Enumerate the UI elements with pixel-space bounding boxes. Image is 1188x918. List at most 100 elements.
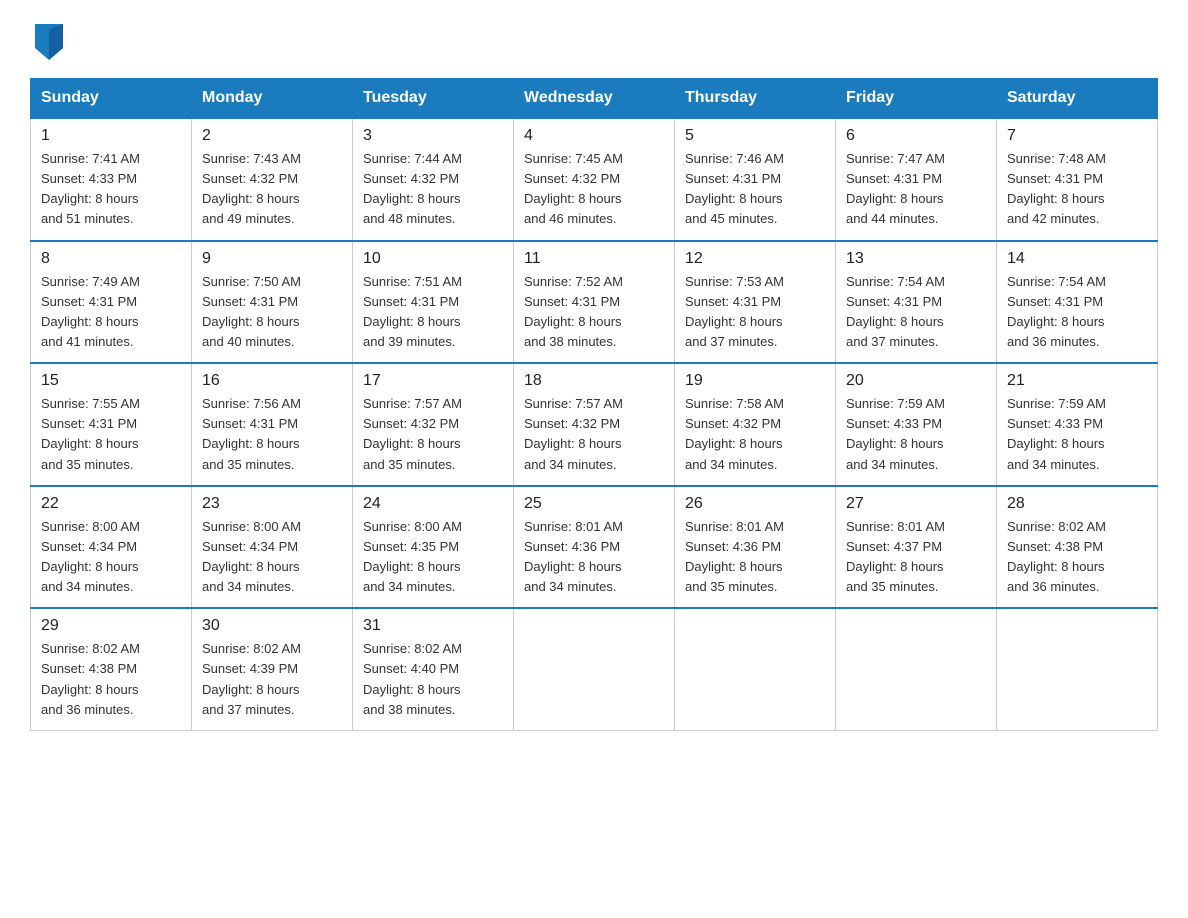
day-info: Sunrise: 7:43 AMSunset: 4:32 PMDaylight:… (202, 149, 342, 230)
calendar-week-row-5: 29 Sunrise: 8:02 AMSunset: 4:38 PMDaylig… (31, 608, 1158, 730)
calendar-cell: 7 Sunrise: 7:48 AMSunset: 4:31 PMDayligh… (997, 118, 1158, 241)
day-number: 8 (41, 250, 181, 268)
page-header (30, 24, 1158, 60)
day-info: Sunrise: 7:54 AMSunset: 4:31 PMDaylight:… (1007, 272, 1147, 353)
day-info: Sunrise: 8:01 AMSunset: 4:36 PMDaylight:… (524, 517, 664, 598)
day-number: 27 (846, 495, 986, 513)
day-info: Sunrise: 7:45 AMSunset: 4:32 PMDaylight:… (524, 149, 664, 230)
day-info: Sunrise: 7:53 AMSunset: 4:31 PMDaylight:… (685, 272, 825, 353)
weekday-header-saturday: Saturday (997, 79, 1158, 119)
calendar-cell: 6 Sunrise: 7:47 AMSunset: 4:31 PMDayligh… (836, 118, 997, 241)
calendar-cell: 30 Sunrise: 8:02 AMSunset: 4:39 PMDaylig… (192, 608, 353, 730)
day-info: Sunrise: 7:50 AMSunset: 4:31 PMDaylight:… (202, 272, 342, 353)
day-number: 30 (202, 617, 342, 635)
day-number: 23 (202, 495, 342, 513)
calendar-table: SundayMondayTuesdayWednesdayThursdayFrid… (30, 78, 1158, 731)
calendar-cell: 4 Sunrise: 7:45 AMSunset: 4:32 PMDayligh… (514, 118, 675, 241)
calendar-cell: 10 Sunrise: 7:51 AMSunset: 4:31 PMDaylig… (353, 241, 514, 364)
day-number: 18 (524, 372, 664, 390)
day-info: Sunrise: 8:01 AMSunset: 4:36 PMDaylight:… (685, 517, 825, 598)
day-number: 31 (363, 617, 503, 635)
day-number: 13 (846, 250, 986, 268)
calendar-cell: 12 Sunrise: 7:53 AMSunset: 4:31 PMDaylig… (675, 241, 836, 364)
calendar-cell: 28 Sunrise: 8:02 AMSunset: 4:38 PMDaylig… (997, 486, 1158, 609)
weekday-header-row: SundayMondayTuesdayWednesdayThursdayFrid… (31, 79, 1158, 119)
day-info: Sunrise: 8:00 AMSunset: 4:34 PMDaylight:… (41, 517, 181, 598)
calendar-cell: 26 Sunrise: 8:01 AMSunset: 4:36 PMDaylig… (675, 486, 836, 609)
calendar-cell (514, 608, 675, 730)
day-info: Sunrise: 8:02 AMSunset: 4:39 PMDaylight:… (202, 639, 342, 720)
weekday-header-friday: Friday (836, 79, 997, 119)
day-number: 2 (202, 127, 342, 145)
day-number: 4 (524, 127, 664, 145)
day-number: 17 (363, 372, 503, 390)
day-info: Sunrise: 7:47 AMSunset: 4:31 PMDaylight:… (846, 149, 986, 230)
day-number: 19 (685, 372, 825, 390)
day-info: Sunrise: 7:46 AMSunset: 4:31 PMDaylight:… (685, 149, 825, 230)
day-number: 3 (363, 127, 503, 145)
day-number: 22 (41, 495, 181, 513)
day-number: 29 (41, 617, 181, 635)
weekday-header-monday: Monday (192, 79, 353, 119)
day-number: 7 (1007, 127, 1147, 145)
day-info: Sunrise: 7:44 AMSunset: 4:32 PMDaylight:… (363, 149, 503, 230)
calendar-cell: 14 Sunrise: 7:54 AMSunset: 4:31 PMDaylig… (997, 241, 1158, 364)
day-number: 28 (1007, 495, 1147, 513)
calendar-cell: 23 Sunrise: 8:00 AMSunset: 4:34 PMDaylig… (192, 486, 353, 609)
day-info: Sunrise: 8:00 AMSunset: 4:35 PMDaylight:… (363, 517, 503, 598)
calendar-cell: 20 Sunrise: 7:59 AMSunset: 4:33 PMDaylig… (836, 363, 997, 486)
day-number: 25 (524, 495, 664, 513)
weekday-header-tuesday: Tuesday (353, 79, 514, 119)
calendar-cell: 25 Sunrise: 8:01 AMSunset: 4:36 PMDaylig… (514, 486, 675, 609)
calendar-week-row-1: 1 Sunrise: 7:41 AMSunset: 4:33 PMDayligh… (31, 118, 1158, 241)
calendar-cell: 19 Sunrise: 7:58 AMSunset: 4:32 PMDaylig… (675, 363, 836, 486)
calendar-cell: 31 Sunrise: 8:02 AMSunset: 4:40 PMDaylig… (353, 608, 514, 730)
weekday-header-wednesday: Wednesday (514, 79, 675, 119)
weekday-header-thursday: Thursday (675, 79, 836, 119)
day-number: 26 (685, 495, 825, 513)
day-info: Sunrise: 7:49 AMSunset: 4:31 PMDaylight:… (41, 272, 181, 353)
calendar-cell: 5 Sunrise: 7:46 AMSunset: 4:31 PMDayligh… (675, 118, 836, 241)
calendar-cell: 22 Sunrise: 8:00 AMSunset: 4:34 PMDaylig… (31, 486, 192, 609)
day-info: Sunrise: 8:01 AMSunset: 4:37 PMDaylight:… (846, 517, 986, 598)
day-info: Sunrise: 8:00 AMSunset: 4:34 PMDaylight:… (202, 517, 342, 598)
day-number: 11 (524, 250, 664, 268)
day-info: Sunrise: 7:59 AMSunset: 4:33 PMDaylight:… (846, 394, 986, 475)
calendar-cell (997, 608, 1158, 730)
calendar-cell: 3 Sunrise: 7:44 AMSunset: 4:32 PMDayligh… (353, 118, 514, 241)
day-number: 6 (846, 127, 986, 145)
day-info: Sunrise: 7:58 AMSunset: 4:32 PMDaylight:… (685, 394, 825, 475)
day-info: Sunrise: 7:59 AMSunset: 4:33 PMDaylight:… (1007, 394, 1147, 475)
logo (30, 24, 68, 60)
calendar-cell (836, 608, 997, 730)
calendar-cell: 21 Sunrise: 7:59 AMSunset: 4:33 PMDaylig… (997, 363, 1158, 486)
day-number: 15 (41, 372, 181, 390)
day-info: Sunrise: 7:54 AMSunset: 4:31 PMDaylight:… (846, 272, 986, 353)
day-info: Sunrise: 7:57 AMSunset: 4:32 PMDaylight:… (524, 394, 664, 475)
day-info: Sunrise: 7:51 AMSunset: 4:31 PMDaylight:… (363, 272, 503, 353)
calendar-cell: 2 Sunrise: 7:43 AMSunset: 4:32 PMDayligh… (192, 118, 353, 241)
calendar-cell: 18 Sunrise: 7:57 AMSunset: 4:32 PMDaylig… (514, 363, 675, 486)
calendar-week-row-3: 15 Sunrise: 7:55 AMSunset: 4:31 PMDaylig… (31, 363, 1158, 486)
calendar-cell: 9 Sunrise: 7:50 AMSunset: 4:31 PMDayligh… (192, 241, 353, 364)
day-info: Sunrise: 8:02 AMSunset: 4:38 PMDaylight:… (1007, 517, 1147, 598)
day-number: 1 (41, 127, 181, 145)
day-number: 16 (202, 372, 342, 390)
calendar-cell: 8 Sunrise: 7:49 AMSunset: 4:31 PMDayligh… (31, 241, 192, 364)
calendar-cell: 16 Sunrise: 7:56 AMSunset: 4:31 PMDaylig… (192, 363, 353, 486)
calendar-cell (675, 608, 836, 730)
day-info: Sunrise: 7:48 AMSunset: 4:31 PMDaylight:… (1007, 149, 1147, 230)
calendar-cell: 17 Sunrise: 7:57 AMSunset: 4:32 PMDaylig… (353, 363, 514, 486)
day-info: Sunrise: 7:56 AMSunset: 4:31 PMDaylight:… (202, 394, 342, 475)
calendar-week-row-2: 8 Sunrise: 7:49 AMSunset: 4:31 PMDayligh… (31, 241, 1158, 364)
day-info: Sunrise: 8:02 AMSunset: 4:38 PMDaylight:… (41, 639, 181, 720)
day-info: Sunrise: 7:57 AMSunset: 4:32 PMDaylight:… (363, 394, 503, 475)
calendar-cell: 27 Sunrise: 8:01 AMSunset: 4:37 PMDaylig… (836, 486, 997, 609)
calendar-cell: 24 Sunrise: 8:00 AMSunset: 4:35 PMDaylig… (353, 486, 514, 609)
logo-icon (35, 24, 63, 60)
day-number: 5 (685, 127, 825, 145)
day-number: 24 (363, 495, 503, 513)
calendar-cell: 15 Sunrise: 7:55 AMSunset: 4:31 PMDaylig… (31, 363, 192, 486)
day-number: 12 (685, 250, 825, 268)
weekday-header-sunday: Sunday (31, 79, 192, 119)
